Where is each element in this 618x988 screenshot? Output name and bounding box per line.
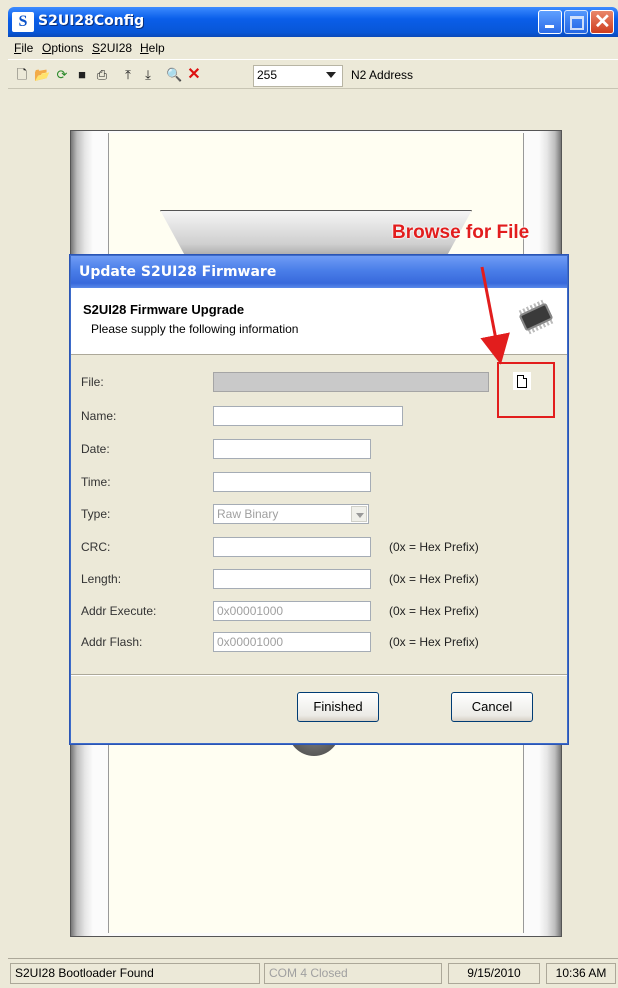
new-file-icon[interactable]: 🗋 <box>14 67 30 83</box>
print-icon[interactable]: ⎙ <box>94 67 110 83</box>
addr-execute-label: Addr Execute: <box>81 604 157 618</box>
name-label: Name: <box>81 409 117 423</box>
crc-hint: (0x = Hex Prefix) <box>389 540 479 554</box>
com-status: COM 4 Closed <box>264 963 442 984</box>
addr-execute-field[interactable]: 0x00001000 <box>213 601 371 621</box>
chevron-down-icon[interactable] <box>351 506 367 522</box>
addr-flash-label: Addr Flash: <box>81 635 143 649</box>
length-hint: (0x = Hex Prefix) <box>389 572 479 586</box>
type-label: Type: <box>81 507 111 521</box>
save-icon[interactable]: ■ <box>74 67 90 83</box>
addr-execute-hint: (0x = Hex Prefix) <box>389 604 479 618</box>
cancel-label: Cancel <box>471 699 513 714</box>
date-field[interactable] <box>213 439 371 459</box>
annotation-arrow <box>480 266 510 365</box>
crc-field[interactable] <box>213 537 371 557</box>
addr-flash-field[interactable]: 0x00001000 <box>213 632 371 652</box>
address-combo[interactable]: 255 <box>253 65 343 87</box>
chevron-down-icon[interactable] <box>326 72 336 78</box>
delete-icon[interactable]: ✕ <box>186 67 202 83</box>
menu-bar: File Options S2UI28 Help <box>8 37 618 60</box>
chip-icon <box>518 302 554 332</box>
dialog-heading: S2UI28 Firmware Upgrade <box>83 302 245 317</box>
dialog-title: Update S2UI28 Firmware <box>79 264 277 280</box>
file-field[interactable] <box>213 372 489 392</box>
addr-flash-hint: (0x = Hex Prefix) <box>389 635 479 649</box>
close-icon: ✕ <box>594 11 611 33</box>
refresh-icon[interactable]: ⟳ <box>54 67 70 83</box>
file-label: File: <box>81 375 104 389</box>
minimize-button[interactable] <box>538 10 562 34</box>
annotation-label: Browse for File <box>392 222 530 243</box>
date-label: Date: <box>81 442 110 456</box>
dialog-divider <box>71 674 567 676</box>
name-field[interactable] <box>213 406 403 426</box>
length-label: Length: <box>81 572 122 586</box>
crc-label: CRC: <box>81 540 111 554</box>
window-title: S2UI28Config <box>38 13 145 29</box>
open-folder-icon[interactable]: 📂 <box>34 67 50 83</box>
menu-s2ui28[interactable]: S2UI28 <box>92 41 132 55</box>
search-icon[interactable]: 🔍 <box>166 67 182 83</box>
address-label: N2 Address <box>351 68 414 82</box>
toolbar: 🗋 📂 ⟳ ■ ⎙ ⤒ ⤓ 🔍 ✕ 255 N2 Address <box>8 62 618 89</box>
address-value: 255 <box>257 68 278 82</box>
finished-button[interactable]: Finished <box>297 692 379 722</box>
length-field[interactable] <box>213 569 371 589</box>
maximize-button[interactable] <box>564 10 588 34</box>
menu-options[interactable]: Options <box>42 41 83 55</box>
status-date: 9/15/2010 <box>448 963 540 984</box>
title-bar[interactable]: S S2UI28Config ✕ <box>8 7 618 37</box>
upload-icon[interactable]: ⤒ <box>120 67 136 83</box>
dialog-subheading: Please supply the following information <box>91 322 299 336</box>
app-logo-icon: S <box>12 12 34 32</box>
finished-label: Finished <box>313 699 363 714</box>
menu-help[interactable]: Help <box>140 41 165 55</box>
time-label: Time: <box>81 475 111 489</box>
time-field[interactable] <box>213 472 371 492</box>
status-message: S2UI28 Bootloader Found <box>10 963 260 984</box>
status-bar: S2UI28 Bootloader Found COM 4 Closed 9/1… <box>8 958 618 988</box>
type-select[interactable]: Raw Binary <box>213 504 369 524</box>
close-button[interactable]: ✕ <box>590 10 614 34</box>
status-time: 10:36 AM <box>546 963 616 984</box>
download-icon[interactable]: ⤓ <box>140 67 156 83</box>
menu-file[interactable]: File <box>14 41 33 55</box>
cancel-button[interactable]: Cancel <box>451 692 533 722</box>
type-value: Raw Binary <box>217 507 279 521</box>
annotation-highlight-box <box>497 362 555 418</box>
